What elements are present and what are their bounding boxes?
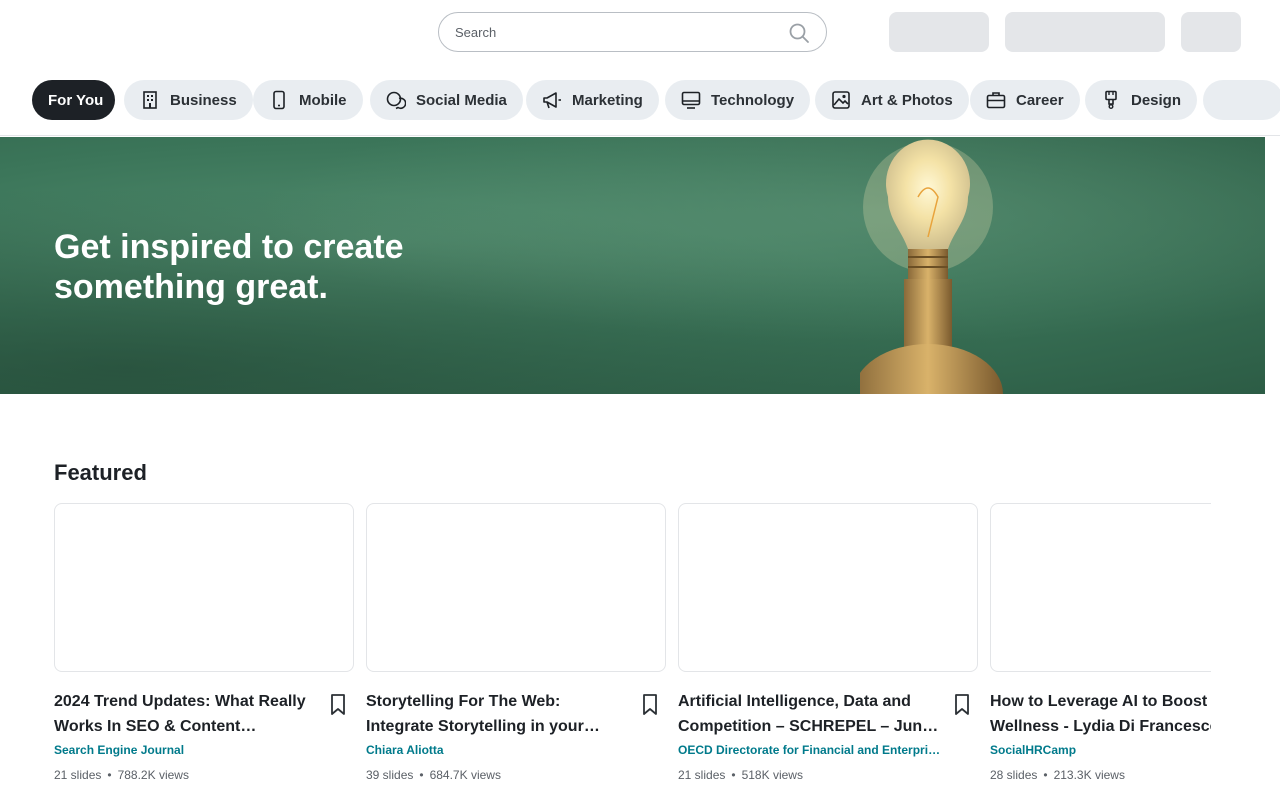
card-author[interactable]: Chiara Aliotta [366, 743, 634, 757]
header-placeholder-button[interactable] [1181, 12, 1241, 52]
hero-title: Get inspired to create something great. [54, 228, 404, 306]
category-tabs: For You Business Mobile Social Media Mar… [0, 64, 1280, 136]
card-author[interactable]: OECD Directorate for Financial and Enter… [678, 743, 946, 757]
presentation-card[interactable]: Artificial Intelligence, Data and Compet… [678, 503, 978, 782]
presentation-card[interactable]: How to Leverage AI to Boost Employee Wel… [990, 503, 1211, 782]
monitor-icon [681, 91, 701, 109]
tab-label: Social Media [416, 91, 507, 109]
card-title[interactable]: Storytelling For The Web: Integrate Stor… [366, 689, 632, 739]
tab-next-partial[interactable] [1203, 80, 1280, 120]
featured-carousel: 2024 Trend Updates: What Really Works In… [54, 503, 1211, 800]
separator-dot: • [107, 768, 112, 782]
tab-for-you[interactable]: For You [32, 80, 115, 120]
tab-career[interactable]: Career [970, 80, 1080, 120]
card-thumbnail[interactable] [678, 503, 978, 672]
search-bar[interactable] [438, 12, 827, 52]
card-thumbnail[interactable] [990, 503, 1211, 672]
card-author[interactable]: Search Engine Journal [54, 743, 322, 757]
tab-technology[interactable]: Technology [665, 80, 811, 120]
featured-heading: Featured [54, 460, 147, 485]
tab-design[interactable]: Design [1085, 80, 1198, 120]
card-meta: 21 slides • 788.2K views [54, 768, 189, 782]
card-meta: 28 slides • 213.3K views [990, 768, 1125, 782]
tab-label: Marketing [572, 91, 643, 109]
card-thumbnail[interactable] [366, 503, 666, 672]
tab-label: Business [170, 91, 237, 109]
chat-bubbles-icon [386, 91, 406, 110]
building-icon [143, 91, 157, 109]
header-placeholder-button[interactable] [1005, 12, 1165, 52]
header-placeholder-button[interactable] [889, 12, 989, 52]
slide-count: 21 slides [54, 768, 102, 782]
presentation-card[interactable]: 2024 Trend Updates: What Really Works In… [54, 503, 354, 782]
search-input[interactable] [455, 21, 775, 43]
separator-dot: • [419, 768, 424, 782]
tab-label: Art & Photos [861, 91, 953, 109]
bookmark-icon[interactable] [952, 693, 972, 717]
view-count: 213.3K views [1053, 768, 1125, 782]
lightbulb-illustration [860, 139, 1003, 394]
slide-count: 39 slides [366, 768, 414, 782]
megaphone-icon [543, 92, 561, 109]
card-title[interactable]: Artificial Intelligence, Data and Compet… [678, 689, 944, 739]
card-thumbnail[interactable] [54, 503, 354, 672]
tab-label: Technology [711, 91, 795, 109]
bookmark-icon[interactable] [640, 693, 660, 717]
tab-marketing[interactable]: Marketing [526, 80, 659, 120]
tab-art-photos[interactable]: Art & Photos [815, 80, 969, 120]
slide-count: 28 slides [990, 768, 1038, 782]
top-header [0, 0, 1280, 64]
view-count: 788.2K views [117, 768, 189, 782]
tab-label: Design [1131, 91, 1182, 109]
tab-label: Mobile [299, 91, 347, 109]
slide-count: 21 slides [678, 768, 726, 782]
card-meta: 39 slides • 684.7K views [366, 768, 501, 782]
search-icon[interactable] [788, 22, 810, 44]
phone-icon [273, 90, 285, 110]
image-icon [832, 91, 850, 109]
tab-label: For You [48, 91, 104, 109]
view-count: 684.7K views [429, 768, 501, 782]
tab-mobile[interactable]: Mobile [253, 80, 363, 120]
card-title[interactable]: How to Leverage AI to Boost Employee Wel… [990, 689, 1211, 739]
bookmark-icon[interactable] [328, 693, 348, 717]
presentation-card[interactable]: Storytelling For The Web: Integrate Stor… [366, 503, 666, 782]
paintbrush-icon [1105, 90, 1117, 109]
tab-business[interactable]: Business [124, 80, 253, 120]
hero-banner: Get inspired to create something great. [0, 137, 1265, 394]
card-title[interactable]: 2024 Trend Updates: What Really Works In… [54, 689, 320, 739]
tab-social-media[interactable]: Social Media [370, 80, 523, 120]
separator-dot: • [731, 768, 736, 782]
tab-label: Career [1016, 91, 1064, 109]
briefcase-icon [986, 92, 1006, 109]
card-meta: 21 slides • 518K views [678, 768, 803, 782]
view-count: 518K views [741, 768, 803, 782]
card-author[interactable]: SocialHRCamp [990, 743, 1211, 757]
separator-dot: • [1043, 768, 1048, 782]
